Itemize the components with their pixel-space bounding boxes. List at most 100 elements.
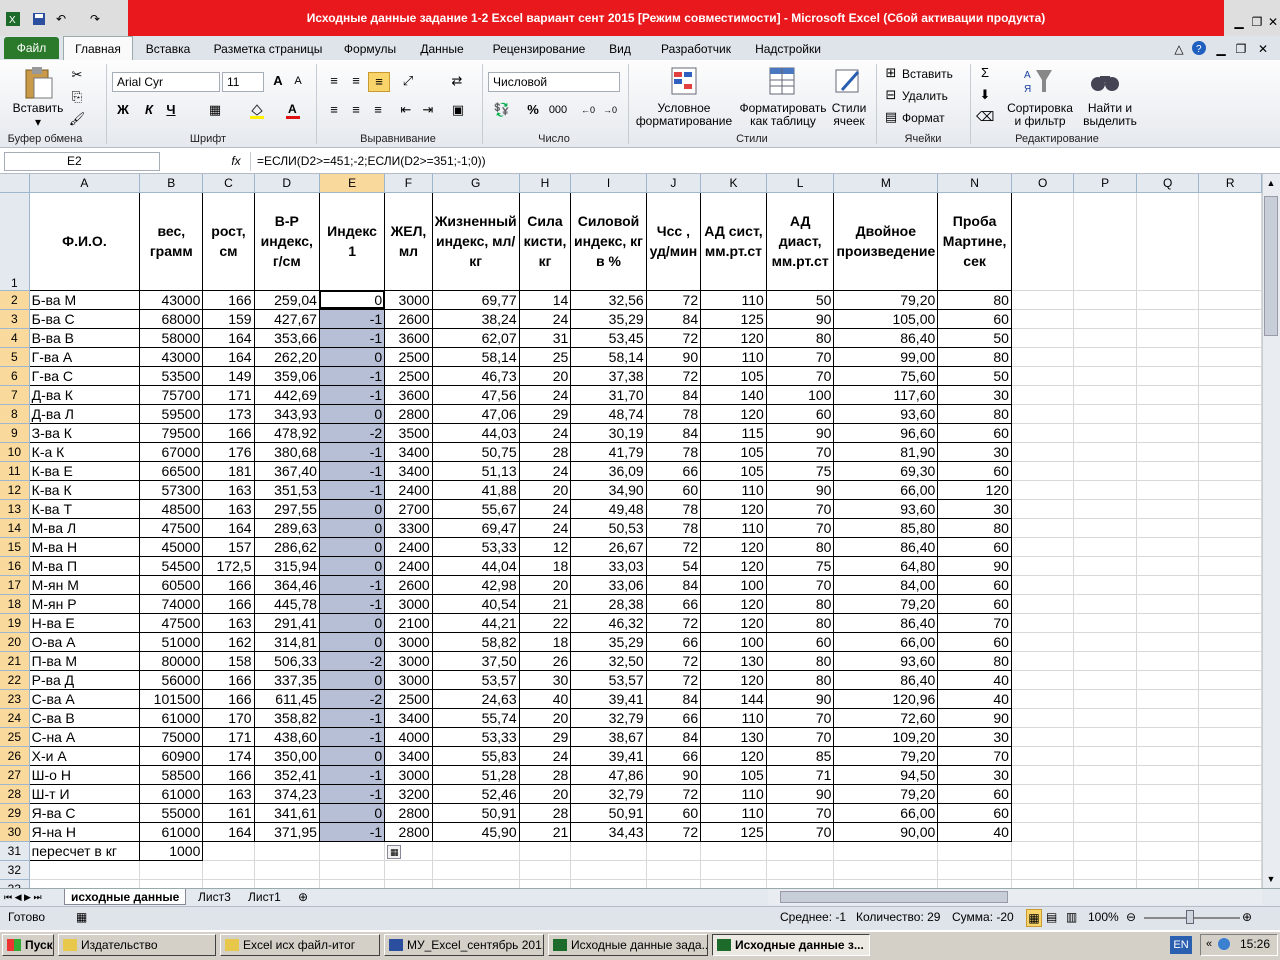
empty-cell[interactable] [1073,328,1137,348]
table-cell[interactable]: 90 [937,556,1012,576]
delete-cells-icon[interactable]: ⊟ [882,86,900,106]
align-middle-icon[interactable]: ≡ [346,72,366,92]
empty-cell[interactable] [202,879,255,888]
language-indicator[interactable]: EN [1170,936,1192,954]
wb-minimize-icon[interactable]: ▁ [1214,40,1228,58]
table-cell[interactable]: 3400 [384,708,433,728]
empty-cell[interactable] [1198,784,1262,804]
table-cell[interactable]: 2500 [384,689,433,709]
table-cell[interactable]: 58500 [139,765,204,785]
empty-cell[interactable] [1136,556,1200,576]
table-cell[interactable]: 51,13 [431,461,520,481]
empty-cell[interactable] [1136,537,1200,557]
empty-cell[interactable] [1198,192,1262,291]
table-cell[interactable]: 29 [518,727,572,747]
number-format-combo[interactable]: Числовой [488,72,620,92]
table-cell[interactable]: 2400 [384,556,433,576]
decrease-indent-icon[interactable]: ⇤ [396,101,416,121]
table-cell[interactable]: 181 [202,461,255,481]
table-cell[interactable]: 93,60 [833,404,939,424]
table-header-cell[interactable]: Двойное произведение [833,191,939,291]
table-header-cell[interactable]: Ф.И.О. [28,191,141,291]
row-header[interactable]: 2 [0,290,30,310]
column-header-i[interactable]: I [570,174,647,193]
empty-cell[interactable] [519,841,572,861]
table-cell[interactable]: 2400 [384,537,433,557]
empty-cell[interactable] [1198,290,1262,310]
table-cell[interactable]: 60 [765,632,835,652]
index1-cell[interactable]: -1 [318,765,386,785]
empty-cell[interactable] [1011,328,1075,348]
table-cell[interactable]: 51,28 [431,765,520,785]
empty-cell[interactable] [1011,499,1075,519]
table-cell[interactable]: К-ва Е [28,461,141,481]
empty-cell[interactable] [202,860,255,880]
table-cell[interactable]: 611,45 [253,689,320,709]
table-cell[interactable]: 351,53 [253,480,320,500]
table-cell[interactable]: К-ва Т [28,499,141,519]
empty-cell[interactable] [1136,328,1200,348]
zoom-out-icon[interactable]: ⊖ [1126,909,1136,925]
index1-cell[interactable]: -1 [318,385,386,405]
table-cell[interactable]: 80000 [139,651,204,671]
row-header[interactable]: 17 [0,575,30,595]
table-cell[interactable]: 39,41 [570,746,647,766]
column-header-g[interactable]: G [432,174,520,193]
column-header-l[interactable]: L [766,174,835,193]
tab-file[interactable]: Файл [4,37,59,59]
empty-cell[interactable] [1198,670,1262,690]
table-cell[interactable]: 12 [518,537,572,557]
delete-cells-button[interactable]: Удалить [902,90,948,103]
table-cell[interactable]: 105 [700,366,767,386]
table-cell[interactable]: 86,40 [833,613,939,633]
empty-cell[interactable] [319,879,386,888]
table-cell[interactable]: 44,21 [431,613,520,633]
fill-color-icon[interactable] [246,101,268,121]
autosum-icon[interactable]: Σ [976,64,994,84]
undo-icon[interactable]: ↶ [52,11,70,27]
empty-cell[interactable] [1073,765,1137,785]
table-cell[interactable]: 57300 [139,480,204,500]
table-cell[interactable]: К-ва К [28,480,141,500]
empty-cell[interactable] [833,879,939,888]
table-cell[interactable]: 70 [765,347,835,367]
index1-cell[interactable]: 0 [318,518,386,538]
empty-cell[interactable] [1073,480,1137,500]
row-header[interactable]: 33 [0,879,30,888]
tray-expand-icon[interactable]: « [1206,938,1212,950]
table-cell[interactable]: 59500 [139,404,204,424]
table-header-cell[interactable]: Проба Мартине, сек [937,191,1012,291]
page-break-view-icon[interactable]: ▥ [1066,909,1077,925]
table-cell[interactable]: 60 [937,594,1012,614]
table-cell[interactable]: 66,00 [833,480,939,500]
table-cell[interactable]: 72 [645,366,702,386]
table-cell[interactable]: 157 [202,537,255,557]
row-header[interactable]: 19 [0,613,30,633]
empty-cell[interactable] [519,860,572,880]
row-header[interactable]: 28 [0,784,30,804]
table-cell[interactable]: 40,54 [431,594,520,614]
table-cell[interactable]: 58,82 [431,632,520,652]
table-cell[interactable]: 38,67 [570,727,647,747]
table-cell[interactable]: 44,03 [431,423,520,443]
table-cell[interactable]: Г-ва С [28,366,141,386]
tab-addins[interactable]: Надстройки [748,40,828,58]
table-cell[interactable]: 47,86 [570,765,647,785]
table-header-cell[interactable]: АД сист, мм.рт.ст [700,191,767,291]
table-cell[interactable]: 166 [202,423,255,443]
empty-cell[interactable] [1136,670,1200,690]
column-header-b[interactable]: B [139,174,204,193]
table-cell[interactable]: 21 [518,822,572,842]
merge-center-icon[interactable]: ▣ [446,101,470,121]
table-cell[interactable]: 374,23 [253,784,320,804]
empty-cell[interactable] [1198,556,1262,576]
table-cell[interactable]: З-ва К [28,423,141,443]
table-cell[interactable]: 40 [937,822,1012,842]
table-cell[interactable]: 176 [202,442,255,462]
table-cell[interactable]: 75,60 [833,366,939,386]
ribbon-minimize-icon[interactable]: △ [1172,40,1186,58]
empty-cell[interactable] [1073,423,1137,443]
table-cell[interactable]: 80 [937,404,1012,424]
empty-cell[interactable] [1136,860,1200,880]
table-cell[interactable]: 58000 [139,328,204,348]
